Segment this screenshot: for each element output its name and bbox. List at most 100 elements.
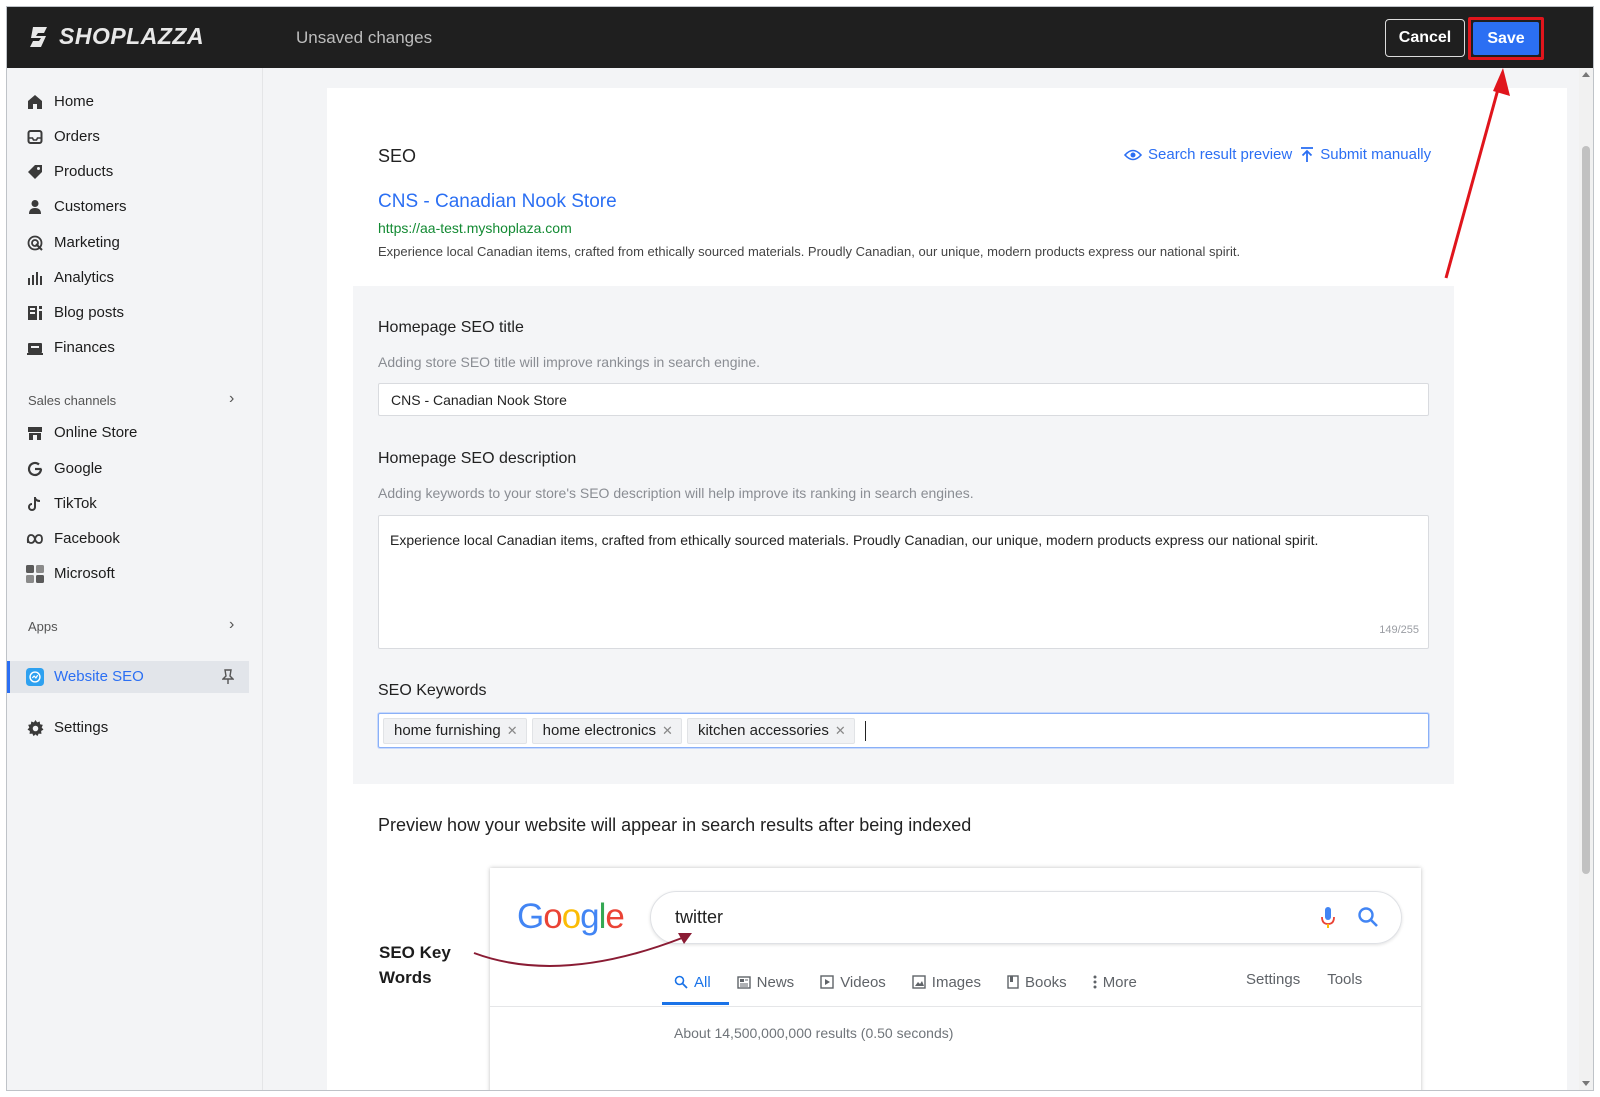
sidebar-item-finances[interactable]: Finances bbox=[7, 333, 263, 363]
target-icon bbox=[26, 234, 44, 252]
sidebar-item-microsoft[interactable]: Microsoft bbox=[7, 559, 263, 589]
bar-chart-icon bbox=[26, 269, 44, 287]
google-logo: Google bbox=[517, 897, 625, 936]
cancel-button[interactable]: Cancel bbox=[1385, 19, 1465, 57]
google-query-text: twitter bbox=[675, 907, 724, 927]
preview-heading: Preview how your website will appear in … bbox=[378, 815, 972, 835]
sidebar-item-label: Orders bbox=[54, 128, 100, 145]
sidebar-item-facebook[interactable]: Facebook bbox=[7, 524, 263, 554]
google-tab-news: News bbox=[736, 971, 795, 993]
sidebar-item-blog-posts[interactable]: Blog posts bbox=[7, 298, 263, 328]
book-icon bbox=[1007, 975, 1019, 989]
sidebar-item-home[interactable]: Home bbox=[7, 87, 263, 117]
keyword-tag-label: home electronics bbox=[542, 722, 657, 739]
sidebar-item-google[interactable]: Google bbox=[7, 454, 263, 484]
google-tab-label: News bbox=[756, 973, 795, 991]
shoplazza-logo-icon bbox=[30, 26, 47, 47]
google-settings-label: Settings bbox=[1246, 971, 1301, 988]
search-result-preview-label: Search result preview bbox=[1148, 146, 1293, 163]
upload-arrow-icon bbox=[1301, 146, 1314, 162]
unsaved-status: Unsaved changes bbox=[296, 28, 433, 47]
seo-card: SEO Search result preview Submit manuall… bbox=[327, 88, 1567, 1090]
remove-tag-icon[interactable]: ✕ bbox=[507, 723, 518, 739]
eye-icon bbox=[1124, 149, 1142, 160]
google-tab-label: Images bbox=[931, 973, 981, 991]
google-tab-label: More bbox=[1102, 973, 1137, 991]
sidebar-item-label: Blog posts bbox=[54, 304, 125, 321]
sidebar-item-products[interactable]: Products bbox=[7, 157, 263, 187]
sidebar-item-marketing[interactable]: Marketing bbox=[7, 228, 263, 258]
gear-icon bbox=[26, 719, 44, 737]
sidebar-item-label: Website SEO bbox=[54, 668, 144, 685]
seo-title-input[interactable]: CNS - Canadian Nook Store bbox=[378, 383, 1429, 416]
image-icon bbox=[912, 975, 926, 989]
brand-logo[interactable]: SHOPLAZZA bbox=[27, 23, 204, 50]
scroll-thumb[interactable] bbox=[1582, 146, 1590, 874]
page-scrollbar[interactable] bbox=[1579, 68, 1593, 1090]
sidebar-item-online-store[interactable]: Online Store bbox=[7, 418, 263, 448]
seo-keywords-input[interactable]: home furnishing ✕ home electronics ✕ kit… bbox=[378, 713, 1429, 748]
inbox-icon bbox=[26, 128, 44, 146]
chevron-right-icon[interactable]: › bbox=[229, 390, 234, 408]
section-title: SEO bbox=[378, 146, 417, 166]
google-tab-more: More bbox=[1093, 971, 1137, 993]
sidebar-item-analytics[interactable]: Analytics bbox=[7, 263, 263, 293]
pin-icon[interactable] bbox=[221, 669, 235, 690]
sidebar-item-website-seo[interactable]: Website SEO bbox=[7, 662, 263, 692]
google-results-count: About 14,500,000,000 results (0.50 secon… bbox=[674, 1025, 954, 1041]
tag-icon bbox=[26, 163, 44, 181]
sidebar-item-label: Google bbox=[54, 460, 103, 477]
chevron-right-icon[interactable]: › bbox=[229, 616, 234, 634]
sidebar-item-label: Marketing bbox=[54, 234, 120, 251]
seo-keywords-annotation: SEO Key Words bbox=[379, 943, 451, 987]
google-tab-all: All bbox=[674, 971, 711, 993]
sidebar-item-customers[interactable]: Customers bbox=[7, 192, 263, 222]
sales-channels-label[interactable]: Sales channels bbox=[28, 393, 116, 408]
seo-keywords-label: SEO Keywords bbox=[378, 682, 487, 699]
search-icon bbox=[1357, 906, 1379, 933]
sidebar-item-orders[interactable]: Orders bbox=[7, 122, 263, 152]
store-icon bbox=[26, 424, 44, 442]
submit-manually-link[interactable]: Submit manually bbox=[1300, 146, 1431, 163]
google-tools-label: Tools bbox=[1327, 971, 1363, 988]
seo-app-icon bbox=[26, 668, 44, 686]
google-search-box: twitter bbox=[650, 891, 1402, 944]
seo-description-value: Experience local Canadian items, crafted… bbox=[390, 532, 1319, 548]
tiktok-icon bbox=[26, 495, 44, 513]
remove-tag-icon[interactable]: ✕ bbox=[835, 723, 846, 739]
sidebar-item-settings[interactable]: Settings bbox=[7, 713, 263, 743]
search-icon bbox=[674, 975, 688, 989]
serp-preview-title[interactable]: CNS - Canadian Nook Store bbox=[378, 191, 617, 213]
sidebar-item-label: TikTok bbox=[54, 495, 97, 512]
seo-description-help: Adding keywords to your store's SEO desc… bbox=[378, 485, 974, 501]
search-result-preview-link[interactable]: Search result preview bbox=[1124, 146, 1292, 163]
apps-label[interactable]: Apps bbox=[28, 619, 58, 634]
google-tab-videos: Videos bbox=[820, 971, 886, 993]
sidebar-item-label: Home bbox=[54, 93, 95, 110]
newspaper-icon bbox=[736, 975, 751, 989]
divider bbox=[490, 1006, 1421, 1007]
header-links: Search result preview Submit manually bbox=[1124, 146, 1439, 163]
remove-tag-icon[interactable]: ✕ bbox=[662, 723, 673, 739]
keyword-tag: home furnishing ✕ bbox=[383, 717, 527, 744]
seo-description-textarea[interactable]: Experience local Canadian items, crafted… bbox=[378, 515, 1429, 649]
seo-title-help: Adding store SEO title will improve rank… bbox=[378, 354, 761, 370]
sidebar-item-label: Microsoft bbox=[54, 565, 115, 582]
home-icon bbox=[26, 93, 44, 111]
scroll-down-arrow-icon[interactable] bbox=[1582, 1081, 1590, 1086]
play-icon bbox=[820, 975, 834, 989]
google-tab-images: Images bbox=[912, 971, 981, 993]
serp-preview-url: https://aa-test.myshoplaza.com bbox=[378, 220, 572, 236]
seo-title-label: Homepage SEO title bbox=[378, 319, 524, 336]
keyword-tag: home electronics ✕ bbox=[531, 717, 682, 744]
scroll-up-arrow-icon[interactable] bbox=[1582, 72, 1590, 77]
google-tab-books: Books bbox=[1007, 971, 1067, 993]
character-counter: 149/255 bbox=[1379, 624, 1419, 636]
google-tab-label: Videos bbox=[840, 973, 886, 991]
google-tools: Settings Tools bbox=[1246, 971, 1362, 988]
google-tabs: All News Videos Images Books More bbox=[674, 971, 1163, 993]
sidebar-item-label: Analytics bbox=[54, 269, 115, 286]
serp-preview-description: Experience local Canadian items, crafted… bbox=[378, 244, 1241, 259]
sidebar-item-tiktok[interactable]: TikTok bbox=[7, 489, 263, 519]
save-button[interactable]: Save bbox=[1473, 22, 1539, 55]
